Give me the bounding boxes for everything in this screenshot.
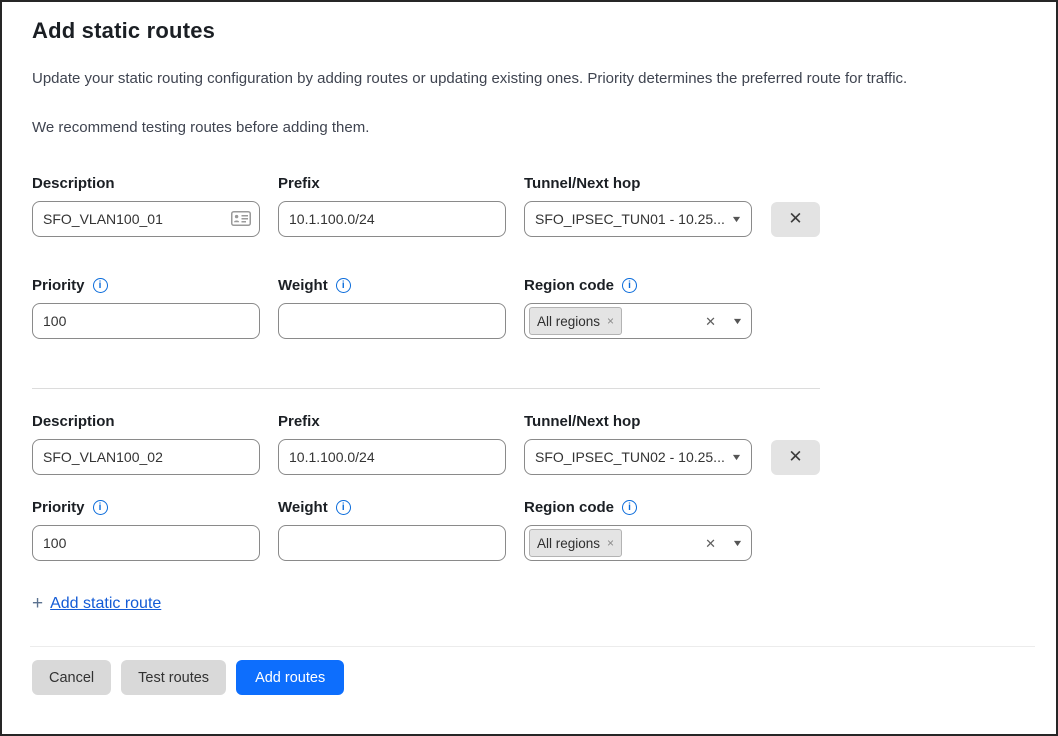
tunnel-selected-value: SFO_IPSEC_TUN01 - 10.25... <box>535 211 726 227</box>
remove-route-button[interactable]: ✕ <box>771 202 820 237</box>
close-icon: ✕ <box>788 447 802 467</box>
prefix-input[interactable] <box>278 201 506 237</box>
footer-divider <box>30 646 1035 647</box>
remove-tag-icon[interactable]: × <box>607 315 614 327</box>
contact-card-icon <box>231 211 251 231</box>
test-routes-button[interactable]: Test routes <box>121 660 226 695</box>
tunnel-label: Tunnel/Next hop <box>524 413 752 430</box>
info-icon[interactable]: i <box>336 500 351 515</box>
tunnel-select[interactable]: SFO_IPSEC_TUN01 - 10.25... ▼ <box>524 201 752 237</box>
description-input[interactable] <box>32 201 260 237</box>
weight-label: Weight i <box>278 499 506 516</box>
info-icon[interactable]: i <box>93 500 108 515</box>
tunnel-selected-value: SFO_IPSEC_TUN02 - 10.25... <box>535 449 726 465</box>
tunnel-select[interactable]: SFO_IPSEC_TUN02 - 10.25... ▼ <box>524 439 752 475</box>
weight-input[interactable] <box>278 525 506 561</box>
description-input[interactable] <box>32 439 260 475</box>
description-label: Description <box>32 175 260 192</box>
priority-label: Priority i <box>32 499 260 516</box>
remove-route-button[interactable]: ✕ <box>771 440 820 475</box>
info-icon[interactable]: i <box>336 278 351 293</box>
clear-icon[interactable]: ✕ <box>705 315 716 328</box>
clear-icon[interactable]: ✕ <box>705 537 716 550</box>
region-code-label: Region code i <box>524 277 752 294</box>
page-title: Add static routes <box>32 18 1026 44</box>
route-section: Description Prefix Tunnel/Next hop SFO_I… <box>32 175 1026 339</box>
weight-label: Weight i <box>278 277 506 294</box>
region-tag: All regions × <box>529 307 622 335</box>
footer-actions: Cancel Test routes Add routes <box>32 660 1056 695</box>
recommendation-text: We recommend testing routes before addin… <box>32 117 1026 138</box>
prefix-input[interactable] <box>278 439 506 475</box>
remove-tag-icon[interactable]: × <box>607 537 614 549</box>
region-code-label: Region code i <box>524 499 752 516</box>
route-section: Description Prefix Tunnel/Next hop SFO_I… <box>32 413 1026 561</box>
prefix-label: Prefix <box>278 413 506 430</box>
chevron-down-icon: ▼ <box>732 317 744 326</box>
cancel-button[interactable]: Cancel <box>32 660 111 695</box>
info-icon[interactable]: i <box>622 500 637 515</box>
add-static-route-row: + Add static route <box>32 594 1026 613</box>
add-static-routes-dialog: Add static routes Update your static rou… <box>2 18 1056 613</box>
intro-text: Update your static routing configuration… <box>32 68 1026 89</box>
add-static-route-link[interactable]: Add static route <box>50 595 161 613</box>
info-icon[interactable]: i <box>622 278 637 293</box>
region-tag: All regions × <box>529 529 622 557</box>
plus-icon: + <box>32 594 43 613</box>
info-icon[interactable]: i <box>93 278 108 293</box>
add-routes-button[interactable]: Add routes <box>236 660 344 695</box>
chevron-down-icon: ▼ <box>731 453 743 462</box>
chevron-down-icon: ▼ <box>731 215 743 224</box>
tunnel-label: Tunnel/Next hop <box>524 175 752 192</box>
region-select[interactable]: All regions × ✕ ▼ <box>524 525 752 561</box>
weight-input[interactable] <box>278 303 506 339</box>
priority-label: Priority i <box>32 277 260 294</box>
chevron-down-icon: ▼ <box>732 539 744 548</box>
priority-input[interactable] <box>32 525 260 561</box>
description-label: Description <box>32 413 260 430</box>
priority-input[interactable] <box>32 303 260 339</box>
close-icon: ✕ <box>788 209 802 229</box>
prefix-label: Prefix <box>278 175 506 192</box>
region-select[interactable]: All regions × ✕ ▼ <box>524 303 752 339</box>
section-divider <box>32 388 820 389</box>
